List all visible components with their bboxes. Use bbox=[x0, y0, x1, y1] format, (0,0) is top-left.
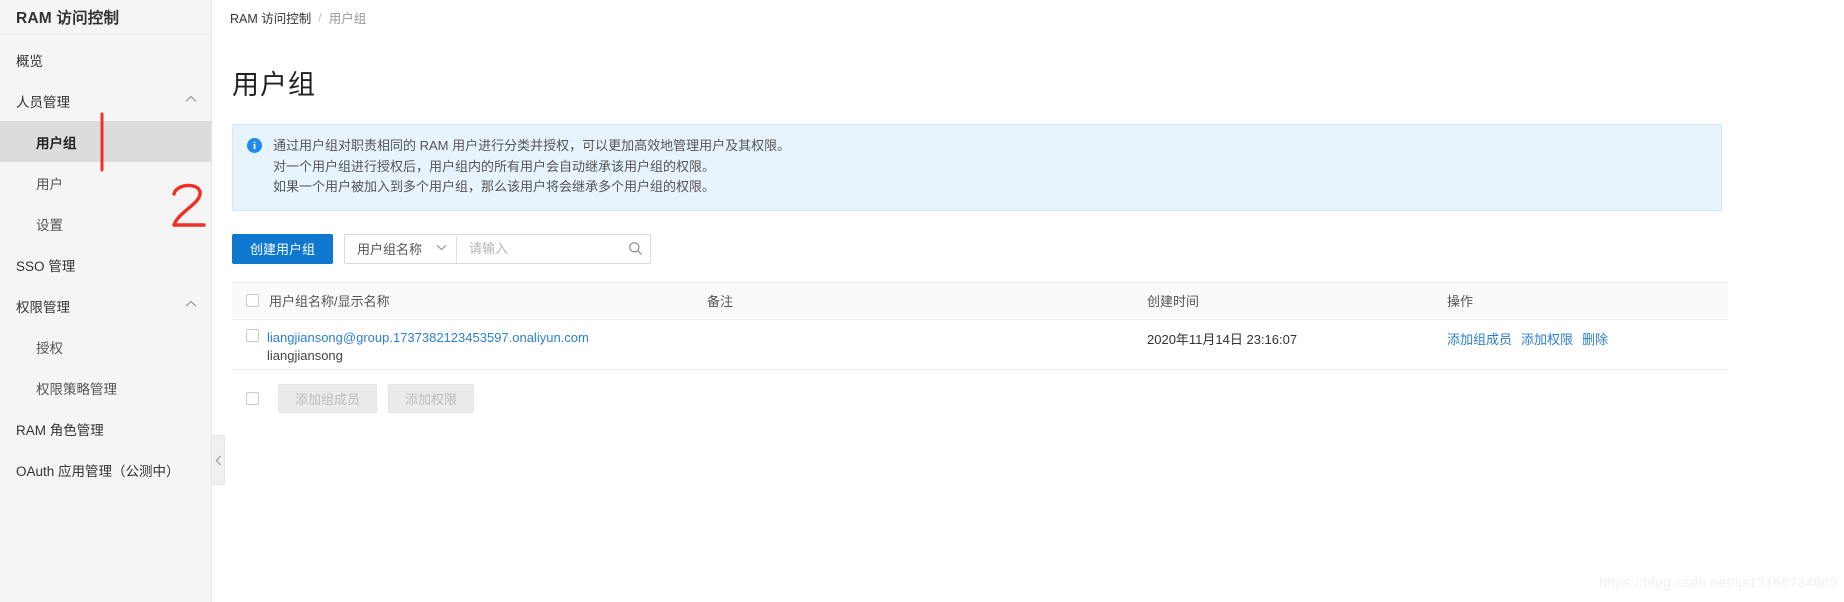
bulk-select-checkbox[interactable] bbox=[246, 391, 259, 405]
cell-operations: 添加组成员 添加权限 删除 bbox=[1447, 329, 1728, 348]
group-display-name: liangjiansong bbox=[267, 347, 343, 363]
sidebar-item-3[interactable]: 用户 bbox=[0, 162, 211, 203]
sidebar-item-5[interactable]: SSO 管理 bbox=[0, 244, 211, 285]
column-header-name: 用户组名称/显示名称 bbox=[269, 294, 390, 310]
sidebar-item-label: 用户组 bbox=[36, 135, 77, 151]
select-all-checkbox[interactable] bbox=[246, 294, 259, 308]
bulk-add-members-button[interactable]: 添加组成员 bbox=[278, 383, 378, 413]
sidebar-item-label: 权限管理 bbox=[16, 299, 70, 315]
sidebar-item-label: 人员管理 bbox=[16, 94, 70, 110]
row-operations: 添加组成员 添加权限 删除 bbox=[1447, 329, 1728, 348]
page-title: 用户组 bbox=[232, 70, 316, 101]
bulk-select-cell bbox=[232, 391, 267, 405]
sidebar-item-label: 用户 bbox=[36, 176, 63, 192]
table-header-row: 用户组名称/显示名称 备注 创建时间 操作 bbox=[232, 281, 1728, 320]
column-header-time: 创建时间 bbox=[1147, 294, 1200, 310]
sidebar-item-label: 设置 bbox=[36, 217, 63, 233]
sidebar-item-2[interactable]: 用户组 bbox=[0, 121, 211, 162]
user-group-table: 用户组名称/显示名称 备注 创建时间 操作 liangjiansong@grou… bbox=[232, 281, 1728, 370]
chevron-left-icon bbox=[215, 455, 221, 465]
breadcrumb-root[interactable]: RAM 访问控制 bbox=[230, 8, 311, 27]
search-icon[interactable] bbox=[620, 235, 650, 263]
sidebar-item-9[interactable]: RAM 角色管理 bbox=[0, 408, 211, 449]
cell-created-at: 2020年11月14日 23:16:07 bbox=[1147, 331, 1298, 347]
sidebar-item-label: 授权 bbox=[36, 340, 63, 356]
bulk-action-bar: 添加组成员 添加权限 bbox=[232, 383, 1844, 413]
sidebar-item-10[interactable]: OAuth 应用管理（公测中） bbox=[0, 449, 211, 490]
sidebar-item-1[interactable]: 人员管理 bbox=[0, 80, 211, 121]
main-content: RAM 访问控制 / 用户组 用户组 i 通过用户组对职责相同的 RAM 用户进… bbox=[212, 0, 1844, 602]
row-operation-2[interactable]: 删除 bbox=[1582, 329, 1608, 348]
search-bar: 用户组名称 bbox=[344, 233, 652, 264]
sidebar-item-0[interactable]: 概览 bbox=[0, 39, 211, 80]
sidebar-item-label: RAM 角色管理 bbox=[16, 422, 104, 438]
row-operation-1[interactable]: 添加权限 bbox=[1521, 329, 1573, 348]
chevron-up-icon[interactable] bbox=[185, 95, 197, 107]
bulk-add-permission-button[interactable]: 添加权限 bbox=[388, 383, 475, 413]
sidebar-item-7[interactable]: 授权 bbox=[0, 326, 211, 367]
info-banner-line-2: 对一个用户组进行授权后，用户组内的所有用户会自动继承该用户组的权限。 bbox=[273, 158, 716, 174]
select-all-cell bbox=[232, 294, 267, 308]
breadcrumb-separator: / bbox=[318, 10, 322, 25]
search-filter-select[interactable]: 用户组名称 bbox=[345, 234, 458, 263]
sidebar-item-label: 权限策略管理 bbox=[36, 381, 117, 397]
group-name-link[interactable]: liangjiansong@group.1737382123453597.ona… bbox=[267, 329, 707, 346]
page-root: RAM 访问控制 概览 人员管理 用户组 用户 设置 SSO 管理 权限管理 授权 权限策略管理… bbox=[0, 0, 1844, 602]
sidebar-item-label: OAuth 应用管理（公测中） bbox=[16, 463, 180, 479]
toolbar: 创建用户组 用户组名称 bbox=[232, 233, 1844, 264]
info-banner-text: 通过用户组对职责相同的 RAM 用户进行分类并授权，可以更加高效地管理用户及其权… bbox=[273, 136, 790, 198]
create-user-group-button[interactable]: 创建用户组 bbox=[232, 233, 334, 264]
chevron-up-icon[interactable] bbox=[185, 300, 197, 312]
breadcrumb: RAM 访问控制 / 用户组 bbox=[212, 0, 1844, 27]
info-banner: i 通过用户组对职责相同的 RAM 用户进行分类并授权，可以更加高效地管理用户及… bbox=[232, 124, 1722, 211]
row-select-cell bbox=[232, 328, 267, 342]
sidebar-nav: 概览人员管理用户组用户设置 SSO 管理 权限管理授权权限策略管理 RAM 角色管理 O… bbox=[0, 35, 211, 490]
sidebar-item-6[interactable]: 权限管理 bbox=[0, 285, 211, 326]
row-operation-0[interactable]: 添加组成员 bbox=[1447, 329, 1512, 348]
table-row: liangjiansong@group.1737382123453597.ona… bbox=[232, 320, 1728, 370]
info-banner-line-1: 通过用户组对职责相同的 RAM 用户进行分类并授权，可以更加高效地管理用户及其权… bbox=[273, 138, 791, 154]
sidebar-item-label: SSO 管理 bbox=[16, 258, 76, 274]
breadcrumb-current: 用户组 bbox=[328, 12, 367, 26]
sidebar-collapse-handle[interactable] bbox=[212, 435, 225, 485]
sidebar-item-8[interactable]: 权限策略管理 bbox=[0, 367, 211, 408]
info-banner-line-3: 如果一个用户被加入到多个用户组，那么该用户将会继承多个用户组的权限。 bbox=[273, 179, 716, 195]
info-icon: i bbox=[247, 138, 262, 154]
chevron-down-icon bbox=[436, 243, 447, 254]
search-filter-value: 用户组名称 bbox=[357, 242, 423, 258]
cell-group-name: liangjiansong@group.1737382123453597.ona… bbox=[267, 329, 707, 365]
sidebar-item-label: 概览 bbox=[16, 53, 43, 69]
sidebar-title: RAM 访问控制 bbox=[16, 10, 120, 27]
column-header-ops: 操作 bbox=[1447, 294, 1474, 310]
row-select-checkbox[interactable] bbox=[246, 328, 259, 342]
sidebar-item-4[interactable]: 设置 bbox=[0, 203, 211, 244]
column-header-note: 备注 bbox=[707, 294, 734, 310]
watermark: https://blog.csdn.net/ljs13168734665 bbox=[1599, 574, 1838, 590]
search-input[interactable] bbox=[457, 234, 621, 263]
table-body: liangjiansong@group.1737382123453597.ona… bbox=[232, 320, 1728, 370]
sidebar: RAM 访问控制 概览人员管理用户组用户设置 SSO 管理 权限管理授权权限策略管理… bbox=[0, 0, 225, 602]
